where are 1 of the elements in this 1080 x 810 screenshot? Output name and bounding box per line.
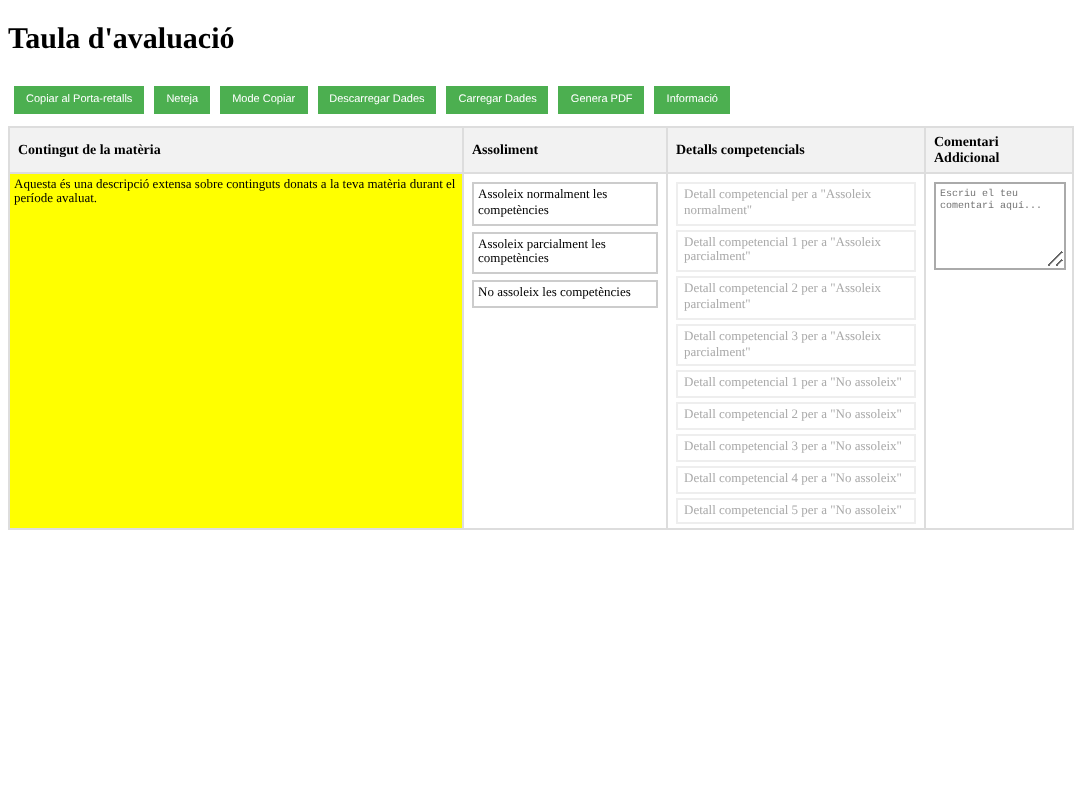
page-title: Taula d'avaluació (8, 24, 237, 58)
